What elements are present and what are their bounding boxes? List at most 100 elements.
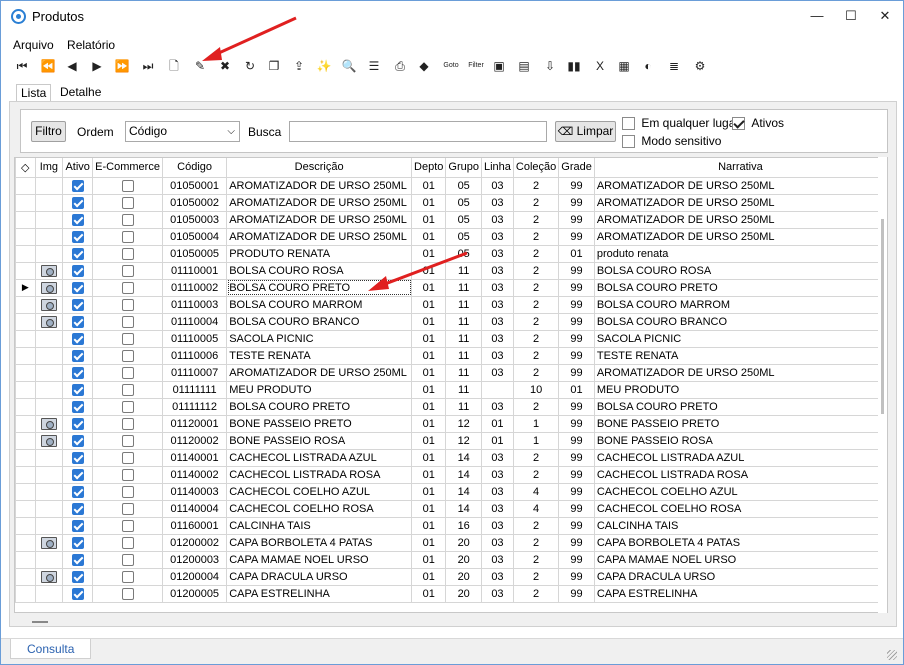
grade-cell[interactable]: 99 — [558, 533, 595, 552]
img-cell[interactable] — [34, 533, 64, 552]
table-row[interactable]: 01110004 BOLSA COURO BRANCO 01 11 03 2 99 BOLSA… — [15, 312, 887, 331]
ativo-checkbox[interactable] — [71, 332, 84, 345]
ativo-cell[interactable] — [62, 431, 94, 450]
ativo-cell[interactable] — [62, 499, 94, 518]
grupo-cell[interactable]: 11 — [445, 329, 482, 348]
user-photo-icon[interactable]: ▣ — [490, 56, 508, 76]
row-indicator[interactable] — [15, 550, 36, 569]
colecao-cell[interactable]: 2 — [512, 295, 560, 314]
codigo-cell[interactable]: 01110007 — [161, 363, 228, 382]
img-cell[interactable] — [34, 448, 64, 467]
ativo-checkbox[interactable] — [71, 213, 84, 226]
depto-cell[interactable]: 01 — [411, 465, 447, 484]
colecao-cell[interactable]: 2 — [512, 584, 560, 603]
ecommerce-cell[interactable] — [92, 261, 163, 280]
depto-cell[interactable]: 01 — [411, 499, 447, 518]
colecao-cell[interactable]: 2 — [512, 533, 560, 552]
grupo-cell[interactable]: 20 — [445, 584, 482, 603]
table-row[interactable]: 01110006 TESTE RENATA 01 11 03 2 99 TESTE RENAT… — [15, 346, 887, 365]
ativo-cell[interactable] — [62, 516, 94, 535]
grupo-cell[interactable]: 14 — [445, 482, 482, 501]
codigo-cell[interactable]: 01111112 — [161, 397, 228, 416]
depto-cell[interactable]: 01 — [411, 261, 447, 280]
ativo-checkbox[interactable] — [71, 315, 84, 328]
grupo-cell[interactable]: 05 — [445, 244, 482, 263]
ativo-cell[interactable] — [62, 227, 94, 246]
row-indicator[interactable] — [15, 244, 36, 263]
last-record-icon[interactable]: ⏭ — [139, 56, 157, 76]
grupo-cell[interactable]: 20 — [445, 533, 482, 552]
narrativa-cell[interactable]: BOLSA COURO ROSA — [593, 261, 887, 280]
tag-icon[interactable]: ◆ — [415, 56, 433, 76]
ecommerce-cell[interactable] — [92, 295, 163, 314]
descricao-cell[interactable]: AROMATIZADOR DE URSO 250ML — [226, 210, 413, 229]
linha-cell[interactable]: 03 — [480, 465, 514, 484]
ecommerce-cell[interactable] — [92, 380, 163, 399]
img-cell[interactable] — [34, 329, 64, 348]
ecommerce-checkbox[interactable] — [121, 383, 134, 396]
table-row[interactable]: 01110003 BOLSA COURO MARROM 01 11 03 2 99 BOLSA… — [15, 295, 887, 314]
img-cell[interactable] — [34, 312, 64, 331]
descricao-cell[interactable]: AROMATIZADOR DE URSO 250ML — [226, 193, 413, 212]
grupo-cell[interactable]: 05 — [445, 210, 482, 229]
depto-cell[interactable]: 01 — [411, 346, 447, 365]
colecao-cell[interactable]: 2 — [512, 193, 560, 212]
codigo-cell[interactable]: 01140001 — [161, 448, 228, 467]
img-cell[interactable] — [34, 278, 64, 297]
depto-cell[interactable]: 01 — [411, 482, 447, 501]
descricao-cell[interactable]: CACHECOL LISTRADA AZUL — [226, 448, 413, 467]
row-indicator[interactable] — [15, 516, 36, 535]
img-cell[interactable] — [34, 261, 64, 280]
ativo-checkbox[interactable] — [71, 179, 84, 192]
img-cell[interactable] — [34, 431, 64, 450]
table-row[interactable]: 01200004 CAPA DRACULA URSO 01 20 03 2 99 CAPA D… — [15, 567, 887, 586]
row-indicator[interactable] — [15, 227, 36, 246]
grupo-cell[interactable]: 14 — [445, 465, 482, 484]
row-indicator[interactable] — [15, 363, 36, 382]
document-list-icon[interactable]: ☰ — [365, 56, 383, 76]
grade-cell[interactable]: 99 — [558, 465, 595, 484]
ativo-checkbox[interactable] — [71, 519, 84, 532]
depto-cell[interactable]: 01 — [411, 414, 447, 433]
linha-cell[interactable] — [480, 380, 514, 399]
linha-cell[interactable]: 01 — [480, 431, 514, 450]
ativo-checkbox[interactable] — [71, 366, 84, 379]
ativo-checkbox[interactable] — [71, 281, 84, 294]
grade-cell[interactable]: 99 — [558, 193, 595, 212]
colecao-cell[interactable]: 2 — [512, 448, 560, 467]
descricao-cell[interactable]: PRODUTO RENATA — [226, 244, 413, 263]
ecommerce-checkbox[interactable] — [121, 366, 134, 379]
ecommerce-cell[interactable] — [92, 465, 163, 484]
ecommerce-checkbox[interactable] — [121, 281, 134, 294]
narrativa-cell[interactable]: AROMATIZADOR DE URSO 250ML — [593, 176, 887, 195]
colecao-cell[interactable]: 2 — [512, 312, 560, 331]
row-indicator[interactable] — [15, 499, 36, 518]
codigo-cell[interactable]: 01110006 — [161, 346, 228, 365]
depto-cell[interactable]: 01 — [411, 227, 447, 246]
codigo-cell[interactable]: 01160001 — [161, 516, 228, 535]
img-cell[interactable] — [34, 465, 64, 484]
notes-icon[interactable]: ≣ — [665, 56, 683, 76]
ecommerce-cell[interactable] — [92, 584, 163, 603]
grade-cell[interactable]: 99 — [558, 312, 595, 331]
table-row[interactable]: 01140004 CACHECOL COELHO ROSA 01 14 03 4 99 CAC… — [15, 499, 887, 518]
linha-header[interactable]: Linha — [480, 158, 514, 178]
descricao-cell[interactable]: CACHECOL COELHO AZUL — [226, 482, 413, 501]
ativo-cell[interactable] — [62, 414, 94, 433]
linha-cell[interactable]: 03 — [480, 499, 514, 518]
grupo-cell[interactable]: 12 — [445, 414, 482, 433]
ativo-cell[interactable] — [62, 278, 94, 297]
new-document-icon[interactable]: 🗋 — [165, 56, 183, 76]
prev-record-icon[interactable]: ◀ — [63, 56, 81, 76]
ativo-cell[interactable] — [62, 380, 94, 399]
grupo-cell[interactable]: 11 — [445, 312, 482, 331]
descricao-cell[interactable]: SACOLA PICNIC — [226, 329, 413, 348]
ecommerce-checkbox[interactable] — [121, 468, 134, 481]
descricao-cell[interactable]: BONE PASSEIO ROSA — [226, 431, 413, 450]
narrativa-cell[interactable]: MEU PRODUTO — [593, 380, 887, 399]
grade-cell[interactable]: 99 — [558, 516, 595, 535]
grupo-cell[interactable]: 20 — [445, 550, 482, 569]
table-row[interactable]: 01050005 PRODUTO RENATA 01 05 03 2 01 produto r… — [15, 244, 887, 263]
grade-cell[interactable]: 01 — [558, 380, 595, 399]
ecommerce-cell[interactable] — [92, 176, 163, 195]
